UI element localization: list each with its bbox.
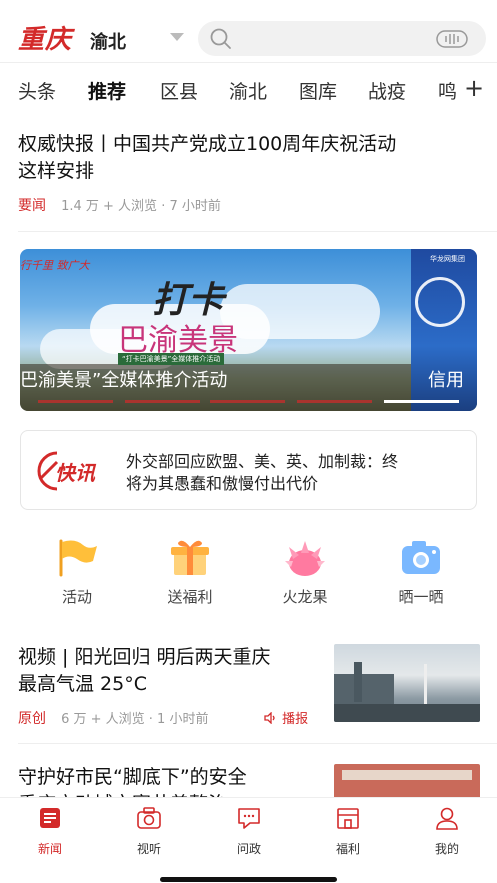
carousel-indicator[interactable]	[125, 400, 200, 403]
news-item-1[interactable]: 权威快报丨中国共产党成立100周年庆祝活动 这样安排 要闻 1.4 万 + 人浏…	[0, 131, 497, 223]
banner-logo-text: 行千里 致广大	[20, 259, 90, 272]
speaker-icon	[264, 711, 275, 725]
user-icon	[436, 807, 458, 830]
quick-entry-welfare[interactable]: 送福利	[150, 535, 230, 615]
channel-tabs: 头条 推荐 区县 渝北 图库 战疫 鸣 +	[0, 62, 497, 116]
carousel-indicator[interactable]	[38, 400, 113, 403]
news-title-line: 权威快报丨中国共产党成立100周年庆祝活动	[18, 133, 397, 155]
banner-next-logo: 华龙网集团	[430, 255, 465, 263]
news-icon	[40, 808, 60, 828]
quick-entry-label: 晒一晒	[398, 588, 444, 606]
broadcast-button[interactable]: 播报	[264, 708, 308, 727]
home-indicator[interactable]	[160, 877, 337, 882]
voice-icon[interactable]	[436, 30, 468, 48]
carousel-indicator-active[interactable]	[384, 400, 459, 403]
nav-label: 问政	[236, 842, 261, 856]
flash-news-card[interactable]: 快讯 外交部回应欧盟、美、英、加制裁：终 将为其愚蠢和傲慢付出代价	[20, 430, 477, 510]
news-tag: 原创	[18, 711, 46, 727]
nav-video[interactable]: 视听	[114, 806, 184, 862]
nav-welfare[interactable]: 福利	[313, 806, 383, 862]
quick-entry-label: 送福利	[167, 588, 213, 606]
nav-label: 我的	[434, 842, 459, 856]
tab-more-partial[interactable]: 鸣	[438, 77, 458, 104]
search-icon	[210, 28, 231, 49]
tab-headline[interactable]: 头条	[18, 77, 56, 104]
gift-icon	[171, 540, 209, 575]
news-meta: 6 万 + 人浏览 · 1 小时前	[61, 712, 209, 727]
flash-text-line: 将为其愚蠢和傲慢付出代价	[126, 474, 319, 493]
header: 重庆 渝北	[0, 0, 497, 62]
quick-entry-row: 活动 送福利 火龙果 晒一晒	[0, 535, 497, 615]
quick-entry-dragonfruit[interactable]: 火龙果	[265, 535, 345, 615]
banner-caption: 巴渝美景”全媒体推介活动	[20, 370, 228, 391]
store-icon	[337, 808, 359, 829]
broadcast-label: 播报	[282, 712, 309, 727]
banner-sub-caption: “打卡巴渝美景”全媒体推介活动	[118, 353, 225, 365]
chat-icon	[238, 808, 260, 829]
tab-district[interactable]: 区县	[160, 77, 198, 104]
nav-mine[interactable]: 我的	[412, 806, 482, 862]
news-meta: 1.4 万 + 人浏览 · 7 小时前	[61, 199, 221, 214]
news-thumbnail	[334, 644, 480, 722]
carousel-indicator[interactable]	[210, 400, 285, 403]
flash-logo: 快讯	[55, 461, 95, 485]
flash-text-line: 外交部回应欧盟、美、英、加制裁：终	[126, 452, 399, 471]
news-title-line: 最高气温 25°C	[18, 673, 147, 695]
app-logo[interactable]: 重庆	[18, 19, 72, 56]
search-input[interactable]	[198, 21, 486, 56]
news-item-2[interactable]: 视频 | 阳光回归 明后两天重庆 最高气温 25°C 原创 6 万 + 人浏览 …	[0, 644, 497, 734]
nav-label: 新闻	[37, 842, 62, 856]
news-title-line: 这样安排	[18, 160, 95, 182]
carousel-indicator[interactable]	[297, 400, 372, 403]
tab-yubei[interactable]: 渝北	[229, 77, 267, 104]
banner-next-caption: 信用	[428, 370, 464, 391]
nav-label: 福利	[335, 842, 360, 856]
nav-news[interactable]: 新闻	[15, 806, 85, 862]
app-root: 重庆 渝北 头条 推荐 区县 渝北 图库 战疫 鸣 + 权威快报丨中国共产党成立…	[0, 0, 497, 883]
news-title-line: 守护好市民“脚底下”的安全	[18, 766, 247, 788]
chevron-down-icon[interactable]	[170, 33, 184, 41]
camera-icon	[402, 541, 440, 574]
flag-icon	[59, 539, 97, 577]
banner-carousel[interactable]: 行千里 致广大 打卡 巴渝美景 “打卡巴渝美景”全媒体推介活动 巴渝美景”全媒体…	[20, 249, 477, 411]
news-title-line: 视频 | 阳光回归 明后两天重庆	[18, 646, 271, 668]
news-tag: 要闻	[18, 198, 46, 214]
quick-entry-activity[interactable]: 活动	[37, 535, 117, 615]
bottom-nav: 新闻 视听 问政 福利 我的	[0, 797, 497, 883]
add-channel-icon[interactable]: +	[464, 74, 484, 102]
nav-inquiry[interactable]: 问政	[214, 806, 284, 862]
quick-entry-label: 火龙果	[282, 588, 328, 606]
tab-recommend[interactable]: 推荐	[88, 77, 126, 104]
quick-entry-share[interactable]: 晒一晒	[381, 535, 461, 615]
dragonfruit-icon	[285, 541, 325, 576]
nav-label: 视听	[136, 842, 161, 856]
tab-epidemic[interactable]: 战疫	[368, 77, 406, 104]
quick-entry-label: 活动	[61, 588, 92, 606]
camera-tab-icon	[137, 807, 161, 829]
city-selector-label[interactable]: 渝北	[90, 28, 126, 54]
tab-gallery[interactable]: 图库	[299, 77, 337, 104]
